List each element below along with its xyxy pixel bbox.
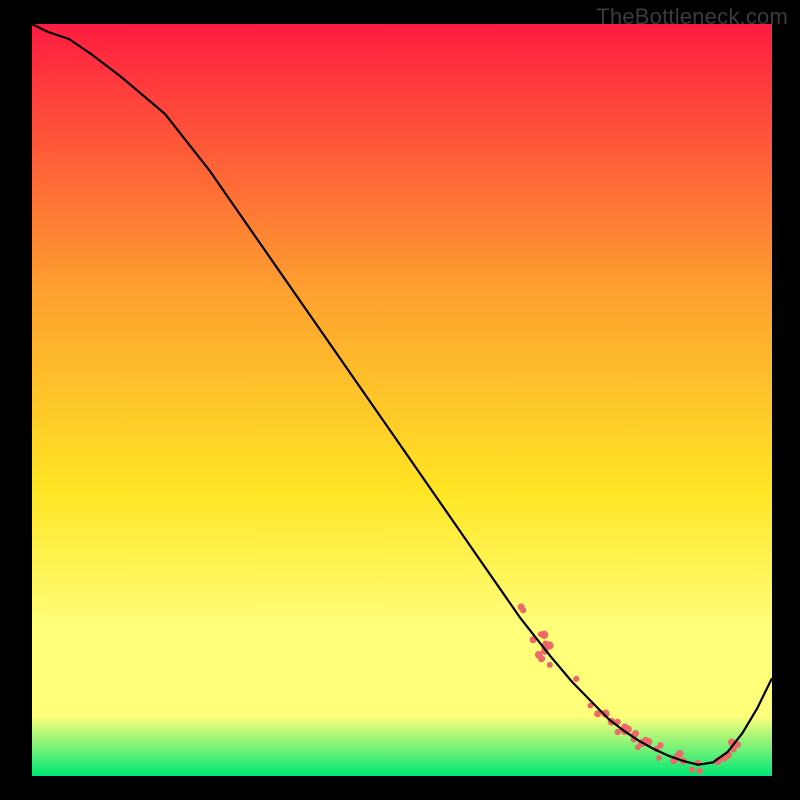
dot	[615, 729, 621, 735]
bottleneck-chart	[0, 0, 800, 800]
dot	[656, 755, 662, 761]
dot	[573, 676, 579, 682]
attribution-text: TheBottleneck.com	[596, 4, 788, 30]
dot	[689, 767, 695, 773]
dot	[643, 737, 649, 743]
dot	[520, 607, 526, 613]
dot	[697, 768, 703, 774]
plot-background	[32, 24, 772, 776]
dot	[538, 631, 544, 637]
chart-stage: TheBottleneck.com	[0, 0, 800, 800]
dot	[547, 662, 553, 668]
dot	[538, 655, 545, 662]
